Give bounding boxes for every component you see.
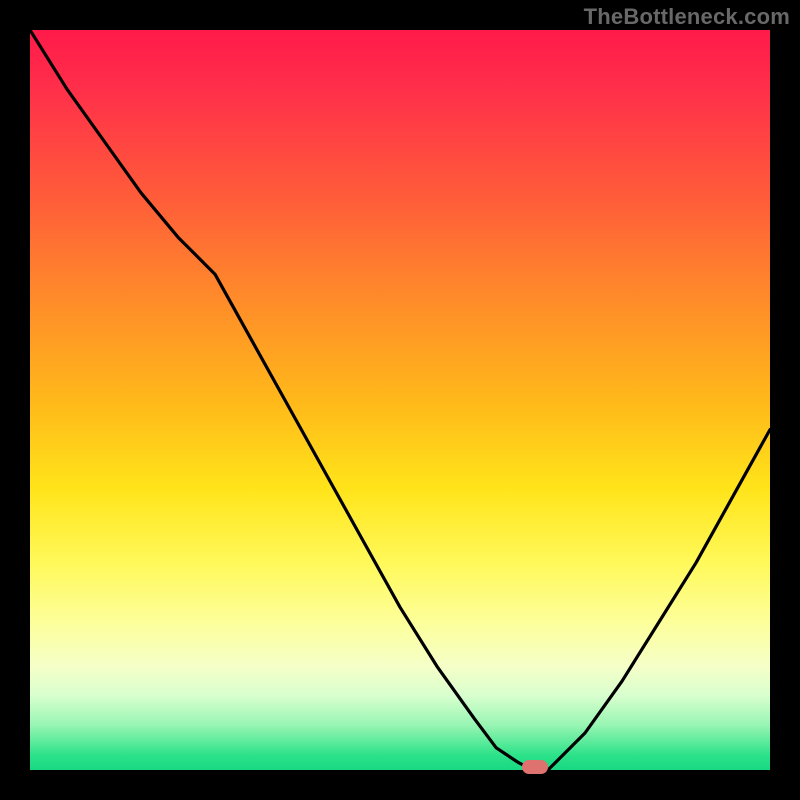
bottleneck-curve-path: [30, 30, 770, 770]
chart-curve-svg: [30, 30, 770, 770]
watermark-text: TheBottleneck.com: [584, 4, 790, 30]
optimum-marker: [522, 760, 548, 774]
chart-plot-area: [30, 30, 770, 770]
